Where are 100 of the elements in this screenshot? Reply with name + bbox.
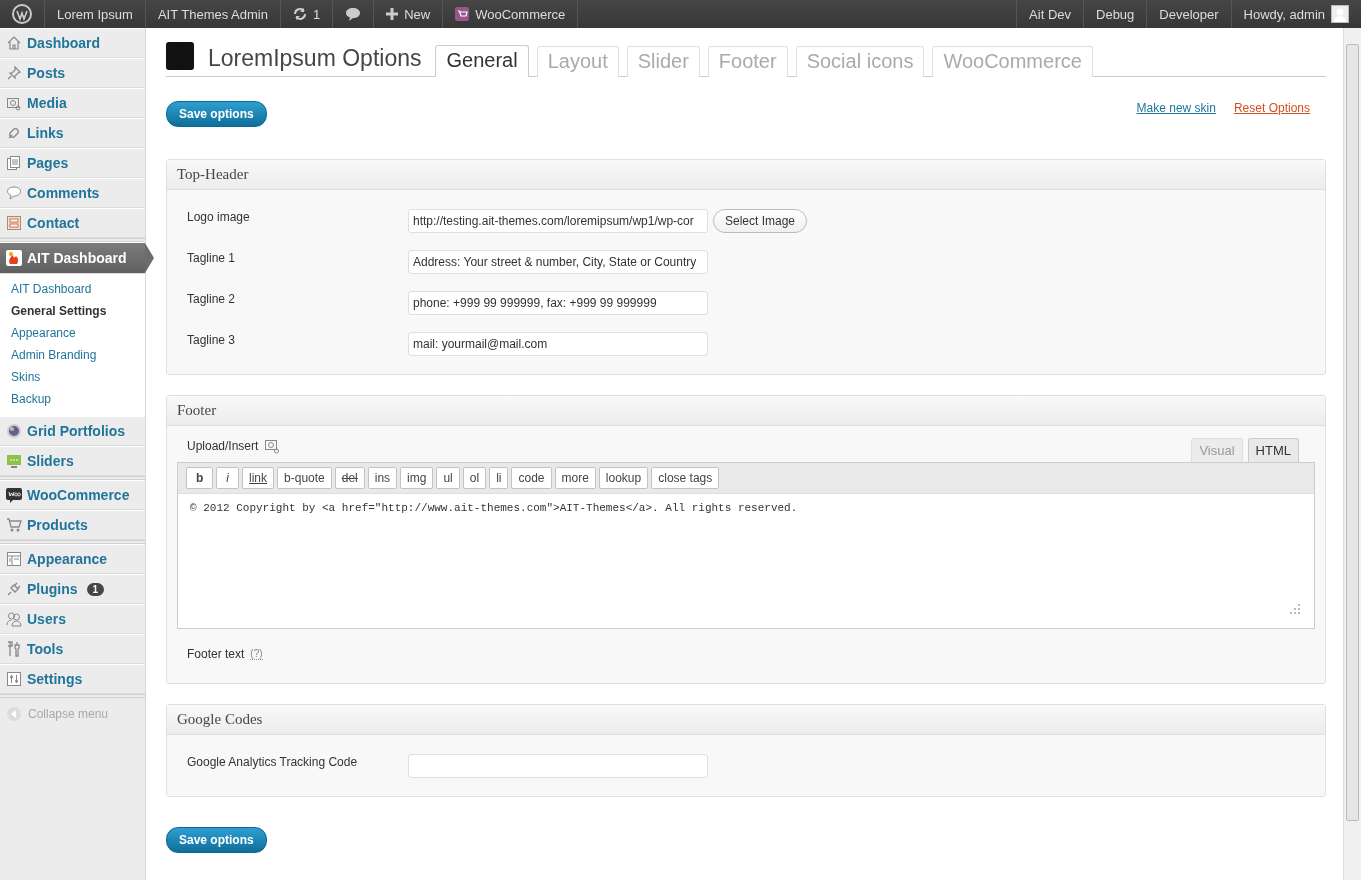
panel-title: Footer bbox=[167, 396, 1325, 426]
menu-label: Media bbox=[27, 95, 67, 111]
menu-item[interactable]: Comments bbox=[0, 178, 145, 208]
field-label: Tagline 3 bbox=[187, 332, 237, 347]
toolbar-button[interactable]: b bbox=[186, 467, 214, 489]
menu-item[interactable]: Sliders bbox=[0, 446, 145, 476]
toolbar-button[interactable]: li bbox=[489, 467, 509, 489]
speech-bubble-icon bbox=[6, 185, 22, 201]
editor-tab[interactable]: HTML bbox=[1247, 438, 1299, 462]
save-options-button[interactable]: Save options bbox=[166, 101, 267, 127]
toolbar-button[interactable]: link bbox=[242, 467, 275, 489]
select-image-button[interactable]: Select Image bbox=[713, 208, 808, 233]
toolbar-button[interactable]: code bbox=[511, 467, 552, 489]
menu-label: Users bbox=[27, 611, 66, 627]
left-arrow-circle-icon bbox=[6, 706, 22, 722]
menu-item[interactable]: Plugins 1 bbox=[0, 574, 145, 604]
menu-item[interactable]: Appearance bbox=[0, 544, 145, 574]
woocommerce-button[interactable]: WooCommerce bbox=[443, 0, 579, 28]
submenu-item[interactable]: Backup bbox=[0, 388, 145, 410]
account-button[interactable]: Howdy, admin bbox=[1230, 0, 1361, 28]
submenu-item[interactable]: Skins bbox=[0, 366, 145, 388]
admin-bar-label: Howdy, admin bbox=[1243, 6, 1325, 22]
options-link[interactable]: Make new skin bbox=[1136, 101, 1216, 115]
text-field[interactable]: http://testing.ait-themes.com/loremipsum/wp1/wp-cor bbox=[408, 208, 708, 233]
toolbar-button[interactable]: del bbox=[334, 467, 365, 489]
toolbar-button[interactable]: lookup bbox=[598, 467, 649, 489]
cart-icon bbox=[6, 517, 22, 533]
text-field[interactable] bbox=[408, 753, 708, 778]
new-button[interactable]: New bbox=[374, 0, 444, 28]
toolbar-button[interactable]: ol bbox=[462, 467, 487, 489]
submenu-item[interactable]: General Settings bbox=[0, 300, 145, 322]
resize-grip-icon bbox=[1290, 604, 1300, 614]
menu-item[interactable]: WooCommerce bbox=[0, 480, 145, 510]
cart-icon bbox=[455, 7, 470, 21]
menu-label: Appearance bbox=[27, 551, 108, 567]
plug-icon bbox=[6, 581, 22, 597]
admin-bar-link[interactable]: Debug bbox=[1083, 0, 1147, 28]
field-label: Logo image bbox=[187, 209, 251, 224]
options-link[interactable]: Reset Options bbox=[1233, 101, 1310, 115]
tools-icon bbox=[6, 641, 22, 657]
submenu-item[interactable]: AIT Dashboard bbox=[0, 278, 145, 300]
submenu-item[interactable]: Admin Branding bbox=[0, 344, 145, 366]
menu-label: Products bbox=[27, 517, 88, 533]
menu-label: WooCommerce bbox=[27, 487, 130, 503]
scrollbar[interactable] bbox=[1343, 28, 1361, 880]
field-label: Tagline 1 bbox=[187, 250, 237, 265]
collapse-label: Collapse menu bbox=[28, 707, 109, 721]
menu-label: Comments bbox=[27, 185, 100, 201]
menu-item[interactable]: Links bbox=[0, 118, 145, 148]
menu-label: Links bbox=[27, 125, 64, 141]
field-label: Google Analytics Tracking Code bbox=[187, 754, 359, 769]
field-label: Tagline 2 bbox=[187, 291, 237, 306]
menu-label: Tools bbox=[27, 641, 64, 657]
people-icon bbox=[6, 611, 22, 627]
toolbar-button[interactable]: close tags bbox=[651, 467, 720, 489]
menu-item[interactable]: Grid Portfolios bbox=[0, 416, 145, 446]
menu-item[interactable]: Contact bbox=[0, 208, 145, 238]
text-field[interactable]: Address: Your street & number, City, State or Country bbox=[408, 249, 708, 274]
house-icon bbox=[6, 35, 22, 51]
text-field[interactable]: phone: +999 99 999999, fax: +999 99 999999 bbox=[408, 290, 708, 315]
code-text-area[interactable]: © 2012 Copyright by <a href="http://www.ait-themes.com">AIT-Themes</a>. All rights reserved. bbox=[178, 494, 1314, 628]
admin-bar-link[interactable]: Developer bbox=[1146, 0, 1231, 28]
menu-item[interactable]: Pages bbox=[0, 148, 145, 178]
layout-icon bbox=[6, 551, 22, 567]
admin-bar-label: WooCommerce bbox=[475, 6, 566, 22]
toolbar-button[interactable]: ul bbox=[436, 467, 460, 489]
menu-item[interactable]: Media bbox=[0, 88, 145, 118]
menu-label: Contact bbox=[27, 215, 80, 231]
save-options-button[interactable]: Save options bbox=[166, 827, 267, 853]
toolbar-button[interactable]: ins bbox=[367, 467, 398, 489]
menu-item[interactable]: Dashboard bbox=[0, 28, 145, 58]
admin-bar-link[interactable]: Lorem Ipsum bbox=[45, 0, 146, 28]
menu-item[interactable]: Settings bbox=[0, 664, 145, 694]
toolbar-button[interactable]: img bbox=[400, 467, 434, 489]
menu-item[interactable]: Posts bbox=[0, 58, 145, 88]
updates-button[interactable]: 1 bbox=[280, 0, 334, 28]
menu-label: Plugins bbox=[27, 581, 78, 597]
admin-bar-link[interactable]: Ait Dev bbox=[1016, 0, 1083, 28]
help-link[interactable]: (?) bbox=[250, 648, 263, 660]
field-label: Footer text bbox=[187, 647, 245, 661]
theme-logo-icon bbox=[166, 42, 194, 70]
flame-logo-icon bbox=[6, 250, 22, 266]
admin-bar-link[interactable]: AIT Themes Admin bbox=[145, 0, 281, 28]
pushpin-icon bbox=[6, 65, 22, 81]
toolbar-button[interactable]: more bbox=[554, 467, 596, 489]
options-tab[interactable]: General bbox=[435, 45, 529, 77]
menu-item[interactable]: Tools bbox=[0, 634, 145, 664]
menu-label: Pages bbox=[27, 155, 69, 171]
menu-label: Settings bbox=[27, 671, 83, 687]
toolbar-button[interactable]: i bbox=[216, 467, 239, 489]
submenu-item[interactable]: Appearance bbox=[0, 322, 145, 344]
menu-item[interactable]: Products bbox=[0, 510, 145, 540]
page-title: LoremIpsum Options bbox=[208, 45, 422, 72]
text-field[interactable]: mail: yourmail@mail.com bbox=[408, 331, 708, 356]
menu-label: Posts bbox=[27, 65, 66, 81]
menu-item[interactable]: Users bbox=[0, 604, 145, 634]
toolbar-button[interactable]: b-quote bbox=[277, 467, 332, 489]
media-icon bbox=[264, 438, 281, 454]
menu-label: AIT Dashboard bbox=[27, 250, 127, 266]
scrollbar-thumb[interactable] bbox=[1346, 44, 1359, 821]
